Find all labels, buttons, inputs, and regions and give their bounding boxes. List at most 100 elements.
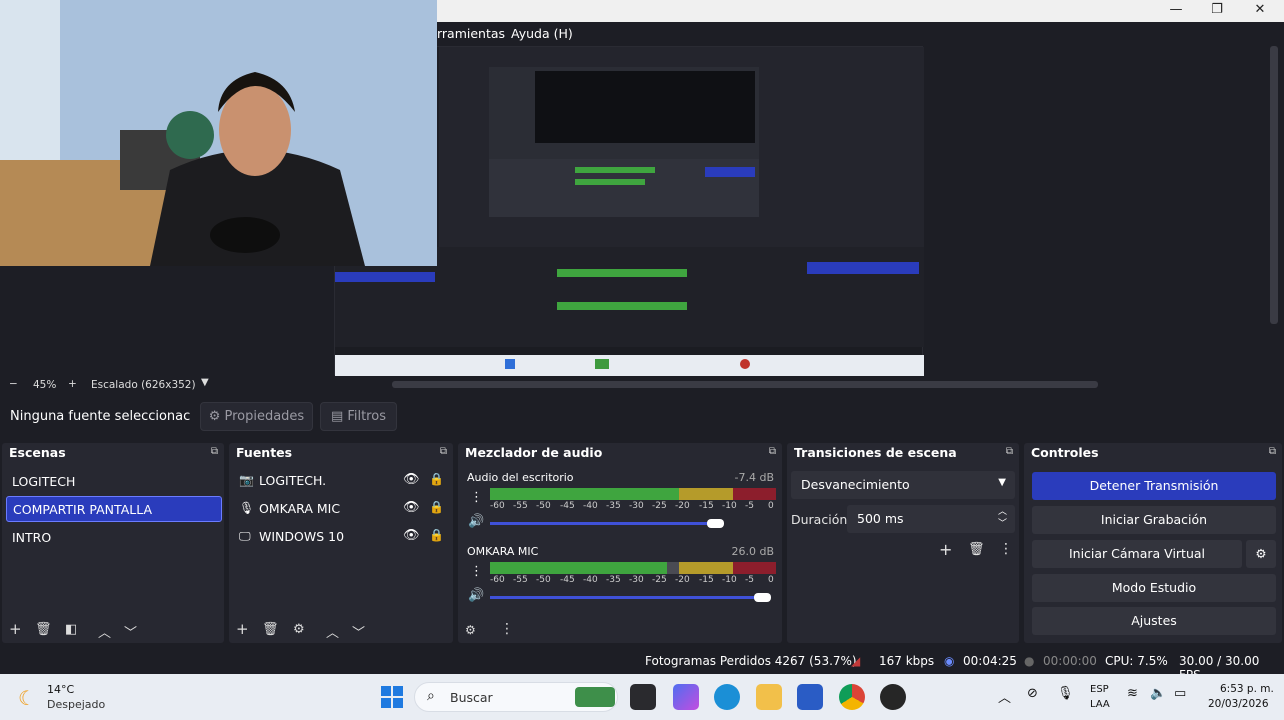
gear-icon[interactable]: ⚙: [293, 622, 305, 637]
duration-spinbox[interactable]: 500 ms ︿ ﹀: [847, 505, 1015, 533]
virtual-camera-settings-button[interactable]: ⚙: [1246, 540, 1276, 568]
clock-time[interactable]: 6:53 p. m.: [1220, 683, 1274, 695]
advanced-audio-icon[interactable]: ⚙: [465, 623, 476, 637]
meter-ticks: -60 -55 -50 -45 -40 -35 -30 -25 -20 -15 -10 -5 0: [490, 501, 776, 513]
scene-item-compartir-pantalla[interactable]: COMPARTIR PANTALLA: [6, 496, 222, 522]
volume-slider[interactable]: [490, 522, 717, 525]
eye-icon[interactable]: 👁: [403, 500, 420, 515]
stream-time: 00:04:25: [963, 654, 1017, 668]
meter-tick-label: -50: [536, 575, 551, 585]
add-transition-icon[interactable]: +: [939, 540, 952, 559]
stop-stream-button[interactable]: Detener Transmisión: [1032, 472, 1276, 500]
meter-tick-label: -30: [629, 575, 644, 585]
speaker-icon[interactable]: 🔊: [468, 514, 484, 529]
start-recording-button[interactable]: Iniciar Grabación: [1032, 506, 1276, 534]
meter-tick-label: 0: [768, 501, 774, 511]
undock-icon[interactable]: ⧉: [769, 446, 776, 457]
network-health-icon: ◢: [851, 654, 861, 668]
add-source-icon[interactable]: +: [236, 620, 249, 638]
meter-tick-label: -15: [699, 575, 714, 585]
tray-chevron-icon[interactable]: ︿: [998, 687, 1011, 706]
camera-icon: 📷: [239, 473, 254, 487]
weather-temp[interactable]: 14°C: [47, 683, 74, 696]
input-language-primary[interactable]: ESP: [1090, 684, 1109, 695]
copilot-icon[interactable]: [673, 684, 699, 710]
channel-meter: [490, 562, 776, 574]
task-view-icon[interactable]: [630, 684, 656, 710]
scene-item-logitech[interactable]: LOGITECH: [6, 469, 222, 495]
mixer-title: Mezclador de audio: [465, 445, 603, 460]
filters-button[interactable]: ▤ Filtros: [320, 402, 397, 431]
lock-icon[interactable]: 🔒: [429, 500, 444, 514]
windows-start-icon[interactable]: [381, 686, 403, 708]
studio-mode-button[interactable]: Modo Estudio: [1032, 574, 1276, 602]
dropped-frames: Fotogramas Perdidos 4267 (53.7%): [645, 654, 857, 668]
close-button[interactable]: ✕: [1238, 0, 1282, 22]
volume-slider-knob[interactable]: [707, 519, 724, 528]
undock-icon[interactable]: ⧉: [1006, 446, 1013, 457]
virtual-camera-button[interactable]: Iniciar Cámara Virtual: [1032, 540, 1242, 568]
trash-icon[interactable]: 🗑: [968, 542, 985, 557]
meter-tick-label: -5: [745, 575, 754, 585]
meter-tick-label: -35: [606, 501, 621, 511]
source-item-omkara-mic[interactable]: 🎙 OMKARA MIC 👁 🔒: [235, 497, 447, 521]
volume-icon[interactable]: 🔈: [1150, 686, 1166, 701]
spin-arrows-icon[interactable]: ︿ ﹀: [998, 506, 1007, 530]
microphone-icon[interactable]: 🎙: [1057, 686, 1074, 701]
obs-icon[interactable]: [880, 684, 906, 710]
source-item-windows-10[interactable]: 🖵 WINDOWS 10 👁 🔒: [235, 525, 447, 549]
scaling-dropdown-icon[interactable]: ▼: [201, 377, 209, 388]
speaker-icon[interactable]: 🔊: [468, 588, 484, 603]
meter-tick-label: -10: [722, 501, 737, 511]
preview-horizontal-scrollbar[interactable]: [392, 381, 1098, 388]
network-off-icon[interactable]: ⊘: [1027, 686, 1038, 701]
lock-icon[interactable]: 🔒: [429, 472, 444, 486]
volume-slider-knob[interactable]: [754, 593, 771, 602]
preview-vertical-scrollbar[interactable]: [1270, 46, 1278, 324]
channel-menu-icon[interactable]: ⋮: [470, 490, 483, 505]
file-explorer-icon[interactable]: [756, 684, 782, 710]
lock-icon[interactable]: 🔒: [429, 528, 444, 542]
trash-icon[interactable]: 🗑: [35, 622, 52, 637]
move-up-icon[interactable]: ︿: [98, 622, 111, 641]
move-down-icon[interactable]: ﹀: [352, 622, 365, 641]
zoom-out-button[interactable]: −: [9, 378, 18, 390]
menu-help[interactable]: Ayuda (H): [511, 26, 573, 41]
eye-icon[interactable]: 👁: [403, 472, 420, 487]
add-scene-icon[interactable]: +: [9, 620, 22, 638]
more-options-icon[interactable]: ⋮: [500, 621, 514, 637]
meter-yellow-zone: [679, 562, 733, 574]
move-up-icon[interactable]: ︿: [326, 622, 339, 641]
gear-icon: ⚙: [1255, 546, 1267, 561]
store-icon[interactable]: [797, 684, 823, 710]
meter-tick-label: -5: [745, 501, 754, 511]
meter-tick-label: -35: [606, 575, 621, 585]
transitions-title: Transiciones de escena: [794, 445, 957, 460]
undock-icon[interactable]: ⧉: [1269, 446, 1276, 457]
volume-slider[interactable]: [490, 596, 764, 599]
eye-icon[interactable]: 👁: [403, 528, 420, 543]
move-down-icon[interactable]: ﹀: [124, 622, 137, 641]
source-item-logitech[interactable]: 📷 LOGITECH. 👁 🔒: [235, 469, 447, 493]
filter-icon[interactable]: ◧: [65, 622, 77, 637]
scene-item-intro[interactable]: INTRO: [6, 525, 222, 551]
settings-button[interactable]: Ajustes: [1032, 607, 1276, 635]
minimize-button[interactable]: —: [1154, 0, 1198, 22]
input-language-secondary: LAA: [1090, 699, 1110, 710]
channel-menu-icon[interactable]: ⋮: [470, 564, 483, 579]
battery-icon[interactable]: ▭: [1174, 686, 1186, 701]
trash-icon[interactable]: 🗑: [262, 622, 279, 637]
taskbar-search[interactable]: ⌕ Buscar: [414, 682, 618, 712]
undock-icon[interactable]: ⧉: [440, 446, 447, 457]
undock-icon[interactable]: ⧉: [211, 446, 218, 457]
restore-button[interactable]: ❐: [1195, 0, 1239, 22]
transition-select[interactable]: Desvanecimiento ▼: [791, 471, 1015, 499]
menu-tools[interactable]: rramientas: [437, 26, 505, 41]
more-options-icon[interactable]: ⋮: [999, 541, 1013, 557]
edge-icon[interactable]: [714, 684, 740, 710]
zoom-in-button[interactable]: +: [68, 378, 77, 390]
properties-button[interactable]: ⚙ Propiedades: [200, 402, 313, 431]
wifi-icon[interactable]: ≋: [1127, 686, 1138, 701]
meter-tick-label: -55: [513, 501, 528, 511]
chrome-icon[interactable]: [839, 684, 865, 710]
